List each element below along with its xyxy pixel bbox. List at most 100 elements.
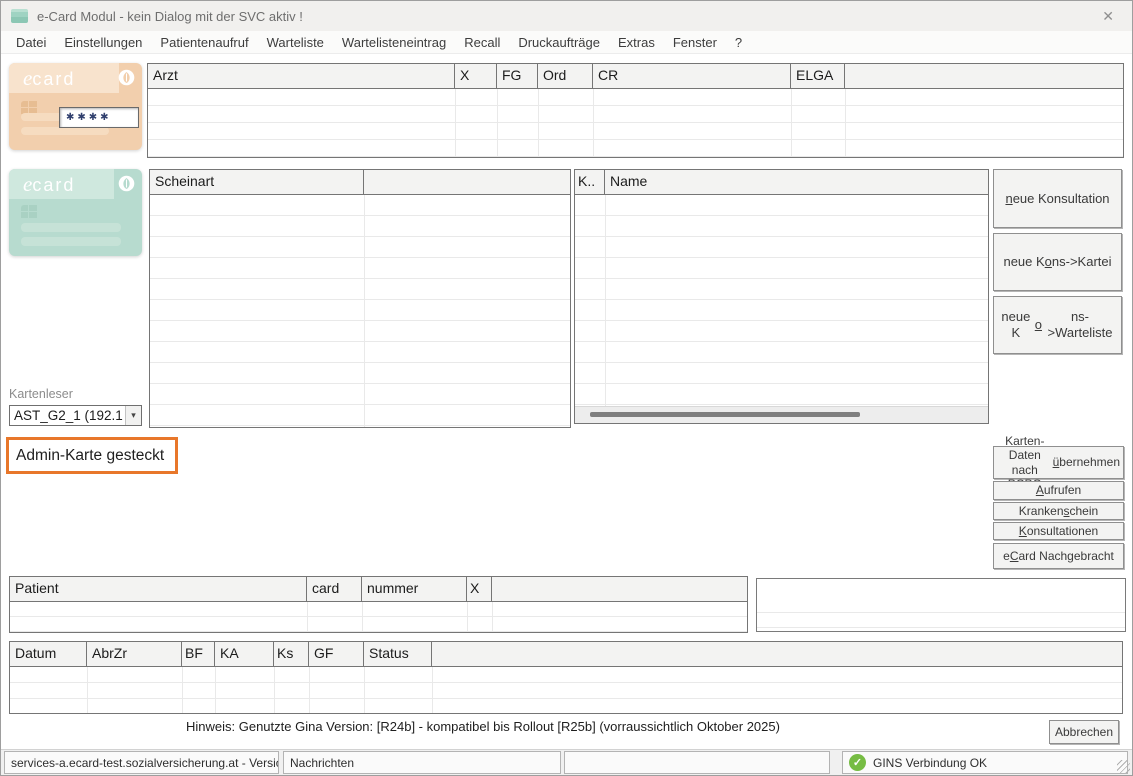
menu-datei[interactable]: Datei	[7, 33, 55, 52]
col-header-bf[interactable]: BF	[182, 642, 215, 666]
col-header-k[interactable]: K..	[575, 170, 605, 194]
column-divider	[432, 667, 433, 713]
arzt-table-body[interactable]	[148, 89, 1123, 157]
neue-kons-kartei-button[interactable]: neue Kons->Kartei	[993, 233, 1122, 291]
column-divider	[182, 667, 183, 713]
col-header-nummer[interactable]: nummer	[362, 577, 467, 601]
col-header-scheinart[interactable]: Scheinart	[150, 170, 364, 194]
neue-konsultation-button[interactable]: neue Konsultation	[993, 169, 1122, 228]
col-header-abrzr[interactable]: AbrZr	[87, 642, 182, 666]
ecard-nachgebracht-button[interactable]: eCard Nachgebracht	[993, 543, 1124, 569]
konsultation-table-body[interactable]	[575, 195, 988, 406]
horizontal-scrollbar[interactable]	[575, 406, 988, 423]
title-bar: e-Card Modul - kein Dialog mit der SVC a…	[1, 1, 1132, 31]
resize-grip[interactable]	[1117, 760, 1130, 773]
gina-version-hint: Hinweis: Genutzte Gina Version: [R24b] -…	[186, 719, 780, 734]
kartenleser-value: AST_G2_1 (192.1	[10, 408, 125, 423]
ecard-image-inserted: ecard ✱✱✱✱	[9, 63, 142, 150]
menu-wartelisteneintrag[interactable]: Wartelisteneintrag	[333, 33, 455, 52]
menu-warteliste[interactable]: Warteliste	[258, 33, 333, 52]
menu-einstellungen[interactable]: Einstellungen	[55, 33, 151, 52]
column-divider	[605, 195, 606, 406]
info-list-panel[interactable]	[756, 578, 1126, 632]
kartenleser-label: Kartenleser	[9, 387, 73, 401]
col-header-datum[interactable]: Datum	[10, 642, 87, 666]
sv-logo-icon	[118, 175, 135, 192]
scheinart-table-body[interactable]	[150, 195, 570, 427]
col-header-gf[interactable]: GF	[309, 642, 364, 666]
abrechnung-table-header: Datum AbrZr BF KA Ks GF Status	[10, 642, 1122, 667]
column-divider	[87, 667, 88, 713]
scheinart-table: Scheinart	[149, 169, 571, 428]
gins-status-text: GINS Verbindung OK	[873, 756, 987, 770]
abrechnung-table: Datum AbrZr BF KA Ks GF Status	[9, 641, 1123, 714]
app-icon	[11, 9, 28, 23]
column-divider	[497, 89, 498, 157]
col-header-fg[interactable]: FG	[497, 64, 538, 88]
arzt-table-header: Arzt X FG Ord CR ELGA	[148, 64, 1123, 89]
status-nachrichten: Nachrichten	[283, 751, 561, 774]
col-header-name[interactable]: Name	[605, 170, 988, 194]
col-header-x[interactable]: X	[455, 64, 497, 88]
col-header-patient[interactable]: Patient	[10, 577, 307, 601]
menu-recall[interactable]: Recall	[455, 33, 509, 52]
kartenleser-dropdown[interactable]: AST_G2_1 (192.1 ▾	[9, 405, 142, 426]
row-divider	[757, 627, 1125, 628]
column-divider	[492, 602, 493, 632]
column-divider	[307, 602, 308, 632]
col-header-card[interactable]: card	[307, 577, 362, 601]
col-header-x[interactable]: X	[467, 577, 492, 601]
ecard-brand-text: ecard	[23, 63, 75, 94]
col-header-status[interactable]: Status	[364, 642, 432, 666]
patient-table: Patient card nummer X	[9, 576, 748, 633]
card-chip	[21, 205, 47, 225]
col-header-empty[interactable]	[432, 642, 1122, 666]
card-line	[21, 237, 121, 246]
card-line	[21, 127, 109, 135]
sv-logo-icon	[118, 69, 135, 86]
column-divider	[593, 89, 594, 157]
col-header-empty[interactable]	[845, 64, 1123, 88]
neue-kons-warteliste-button[interactable]: neue Kons->Warteliste	[993, 296, 1122, 354]
menu-fenster[interactable]: Fenster	[664, 33, 726, 52]
row-divider	[757, 612, 1125, 613]
menu-extras[interactable]: Extras	[609, 33, 664, 52]
column-divider	[845, 89, 846, 157]
scrollbar-thumb[interactable]	[590, 412, 860, 417]
patient-table-body[interactable]	[10, 602, 747, 632]
col-header-empty[interactable]	[492, 577, 747, 601]
abbrechen-button[interactable]: Abbrechen	[1049, 720, 1119, 744]
status-server: services-a.ecard-test.sozialversicherung…	[4, 751, 279, 774]
pin-field[interactable]: ✱✱✱✱	[59, 107, 139, 128]
column-divider	[362, 602, 363, 632]
chevron-down-icon[interactable]: ▾	[125, 406, 141, 425]
ecard-band: ecard	[9, 169, 114, 199]
col-header-arzt[interactable]: Arzt	[148, 64, 455, 88]
close-icon[interactable]: ✕	[1098, 1, 1118, 31]
check-icon: ✓	[849, 754, 866, 771]
col-header-ord[interactable]: Ord	[538, 64, 593, 88]
col-header-ka[interactable]: KA	[215, 642, 274, 666]
scheinart-table-header: Scheinart	[150, 170, 570, 195]
krankenschein-button[interactable]: Krankenschein	[993, 502, 1124, 520]
col-header-cr[interactable]: CR	[593, 64, 791, 88]
konsultation-table-header: K.. Name	[575, 170, 988, 195]
col-header-ks[interactable]: Ks	[274, 642, 309, 666]
abrechnung-table-body[interactable]	[10, 667, 1122, 713]
ecard-image-idle: ecard	[9, 169, 142, 256]
patient-table-header: Patient card nummer X	[10, 577, 747, 602]
aufrufen-button[interactable]: Aufrufen	[993, 481, 1124, 500]
col-header-empty[interactable]	[364, 170, 570, 194]
window-title: e-Card Modul - kein Dialog mit der SVC a…	[37, 9, 303, 24]
column-divider	[364, 195, 365, 427]
column-divider	[467, 602, 468, 632]
column-divider	[309, 667, 310, 713]
menu-patientenaufruf[interactable]: Patientenaufruf	[151, 33, 257, 52]
col-header-elga[interactable]: ELGA	[791, 64, 845, 88]
konsultationen-button[interactable]: Konsultationen	[993, 522, 1124, 540]
menu-help[interactable]: ?	[726, 33, 751, 52]
konsultation-table: K.. Name	[574, 169, 989, 424]
karten-daten-pcpo-button[interactable]: Karten-Daten nach PCPO übernehmen	[993, 446, 1124, 479]
column-divider	[791, 89, 792, 157]
menu-druckauftraege[interactable]: Druckaufträge	[509, 33, 609, 52]
